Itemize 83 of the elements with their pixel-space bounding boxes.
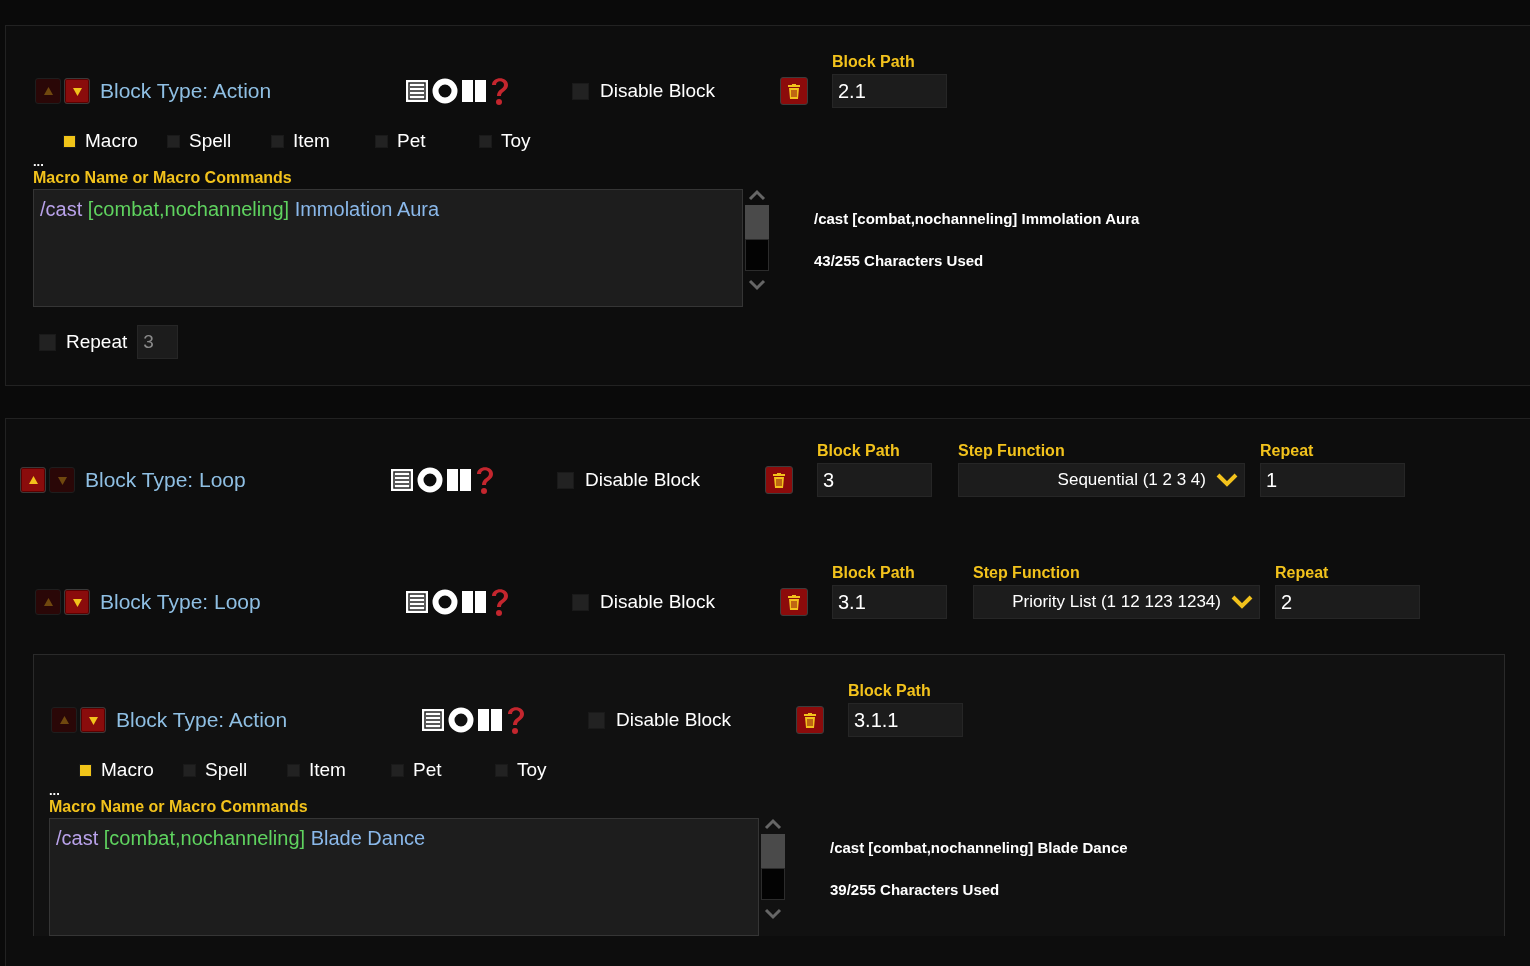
list-icon[interactable]	[390, 468, 414, 492]
move-up-button[interactable]	[20, 467, 46, 493]
block-type-title: Block Type: Loop	[85, 468, 246, 492]
chevron-down-icon	[764, 908, 782, 920]
repeat-field[interactable]: 2	[1275, 585, 1420, 619]
checkbox-label: Disable Block	[600, 591, 716, 613]
radio-button[interactable]	[79, 763, 92, 777]
delete-button[interactable]	[796, 706, 824, 734]
move-down-button[interactable]	[64, 78, 90, 104]
field-label: Macro Name or Macro Commands	[33, 168, 292, 188]
repeat-field[interactable]: 1	[1260, 463, 1405, 497]
ellipsis-text: ...	[33, 157, 44, 167]
help-icon[interactable]	[490, 76, 510, 106]
option-label: Macro	[85, 130, 138, 152]
delete-button[interactable]	[765, 466, 793, 494]
field-label: Repeat	[1275, 563, 1330, 583]
block-path-field[interactable]: 2.1	[832, 74, 947, 108]
checkbox-label: Disable Block	[585, 469, 701, 491]
trash-icon	[788, 83, 800, 99]
field-label: Step Function	[958, 441, 1066, 461]
option-label: Toy	[501, 130, 531, 152]
macro-preview: /cast [combat,nochanneling] Blade Dance	[830, 839, 1128, 858]
pause-icon[interactable]	[477, 708, 503, 732]
help-icon[interactable]	[490, 587, 510, 617]
ellipsis-text: ...	[49, 786, 60, 796]
record-icon[interactable]	[432, 589, 458, 615]
radio-button[interactable]	[63, 134, 76, 148]
field-label: Step Function	[973, 563, 1081, 583]
field-label: Repeat	[1260, 441, 1315, 461]
checkbox-label: Disable Block	[600, 80, 716, 102]
field-label: Block Path	[832, 563, 916, 583]
trash-icon	[773, 472, 785, 488]
option-label: Item	[309, 759, 346, 781]
macro-preview: /cast [combat,nochanneling] Immolation Aura	[814, 210, 1140, 229]
move-down-button[interactable]	[64, 589, 90, 615]
field-label: Block Path	[832, 52, 916, 72]
chevron-up-icon	[748, 189, 766, 201]
chevron-down-icon	[748, 279, 766, 291]
checkbox-label: Repeat	[66, 331, 128, 353]
pause-icon[interactable]	[461, 79, 487, 103]
list-icon[interactable]	[405, 590, 429, 614]
trash-icon	[804, 712, 816, 728]
scrollbar-thumb[interactable]	[761, 834, 785, 868]
chevron-down-icon	[1216, 473, 1238, 487]
repeat-field[interactable]: 3	[137, 325, 179, 359]
character-count: 43/255 Characters Used	[814, 252, 985, 271]
macro-editor[interactable]: /cast [combat,nochanneling] Immolation Aura	[33, 189, 743, 307]
pause-icon[interactable]	[446, 468, 472, 492]
field-label: Macro Name or Macro Commands	[49, 797, 308, 817]
option-label: Toy	[517, 759, 547, 781]
chevron-up-icon	[764, 818, 782, 830]
delete-button[interactable]	[780, 588, 808, 616]
step-function-dropdown[interactable]: Priority List (1 12 123 1234)	[973, 585, 1260, 619]
option-label: Spell	[189, 130, 232, 152]
block-path-field[interactable]: 3.1.1	[848, 703, 963, 737]
help-icon[interactable]	[475, 465, 495, 495]
move-down-button[interactable]	[80, 707, 106, 733]
list-icon[interactable]	[405, 79, 429, 103]
trash-icon	[788, 594, 800, 610]
field-label: Block Path	[848, 681, 932, 701]
option-label: Item	[293, 130, 330, 152]
chevron-down-icon	[1231, 595, 1253, 609]
field-label: Block Path	[817, 441, 901, 461]
block-type-title: Block Type: Action	[116, 708, 288, 732]
delete-button[interactable]	[780, 77, 808, 105]
option-label: Macro	[101, 759, 154, 781]
option-label: Pet	[397, 130, 426, 152]
checkbox-label: Disable Block	[616, 709, 732, 731]
list-icon[interactable]	[421, 708, 445, 732]
scrollbar-thumb[interactable]	[745, 205, 769, 239]
character-count: 39/255 Characters Used	[830, 881, 1001, 900]
block-type-title: Block Type: Loop	[100, 590, 261, 614]
option-label: Pet	[413, 759, 442, 781]
block-path-field[interactable]: 3	[817, 463, 932, 497]
record-icon[interactable]	[448, 707, 474, 733]
block-type-title: Block Type: Action	[100, 79, 272, 103]
record-icon[interactable]	[432, 78, 458, 104]
pause-icon[interactable]	[461, 590, 487, 614]
block-path-field[interactable]: 3.1	[832, 585, 947, 619]
macro-editor[interactable]: /cast [combat,nochanneling] Blade Dance	[49, 818, 759, 936]
option-label: Spell	[205, 759, 248, 781]
record-icon[interactable]	[417, 467, 443, 493]
step-function-dropdown[interactable]: Sequential (1 2 3 4)	[958, 463, 1245, 497]
